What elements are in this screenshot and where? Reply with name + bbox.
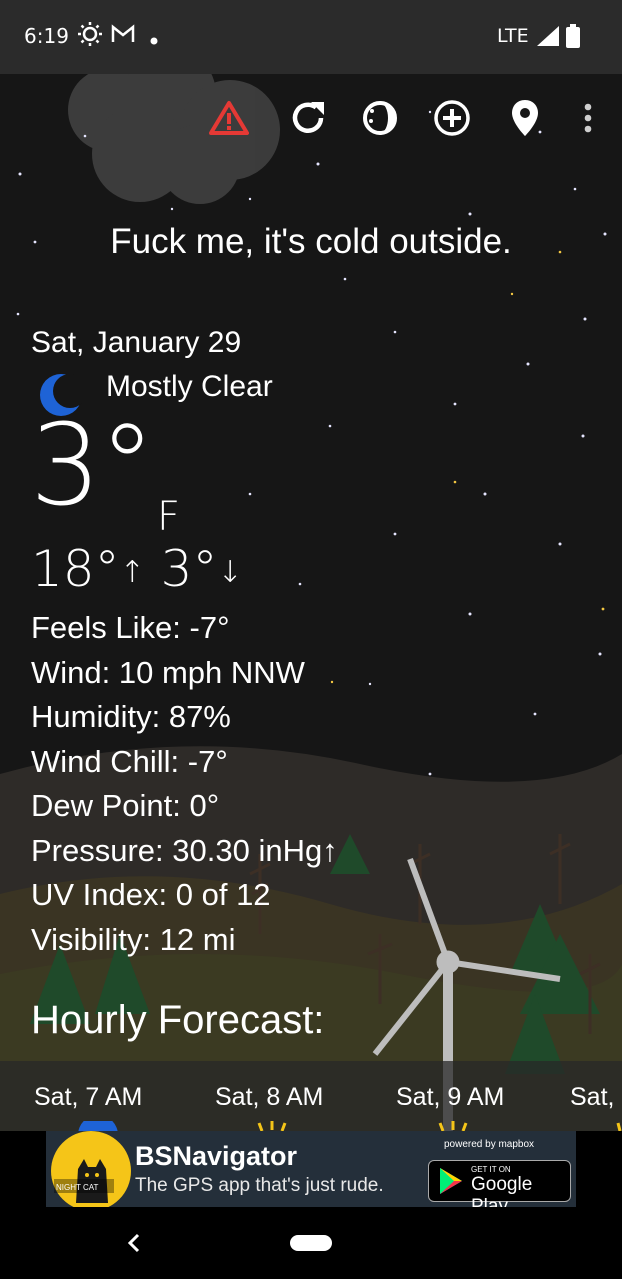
low-arrow: ↓ [217, 555, 243, 590]
detail-wind-chill: Wind Chill: -7° [31, 743, 228, 779]
gmail-icon [111, 22, 135, 51]
current-date: Sat, January 29 [31, 326, 242, 359]
detail-uv-index: UV Index: 0 of 12 [31, 877, 271, 912]
add-location-button[interactable] [430, 96, 474, 140]
ad-title: BSNavigator [135, 1141, 298, 1171]
weather-scene: Fuck me, it's cold outside. Sat, January… [0, 74, 622, 1131]
hourly-item-label[interactable]: Sat, [570, 1083, 614, 1112]
status-bar: 6:19 LTE [0, 0, 622, 74]
detail-visibility: Visibility: 12 mi [31, 921, 236, 957]
hourly-item-label[interactable]: Sat, 8 AM [215, 1083, 323, 1112]
signal-icon [537, 26, 559, 51]
detail-pressure: Pressure: 30.30 inHg↑ [31, 832, 338, 868]
high-low: 18°↑ 3°↓ [31, 540, 243, 598]
high-arrow: ↑ [119, 555, 145, 590]
more-options-button[interactable] [566, 96, 610, 140]
night-cat-logo: NIGHT CAT [51, 1131, 131, 1207]
network-type: LTE [497, 25, 529, 47]
location-pin-icon [512, 100, 538, 136]
hourly-item-label[interactable]: Sat, 9 AM [396, 1083, 504, 1112]
home-pill-icon[interactable] [290, 1235, 332, 1256]
ad-powered-by: powered by mapbox [444, 1139, 535, 1150]
alert-icon [209, 101, 249, 135]
theme-button[interactable] [358, 96, 402, 140]
ad-subtitle: The GPS app that's just rude. [135, 1175, 384, 1196]
temperature-unit: F [157, 494, 181, 540]
weather-details: Feels Like: -7° Wind: 10 mph NNW Humidit… [31, 606, 338, 962]
add-location-icon [434, 100, 470, 136]
back-icon[interactable] [124, 1231, 144, 1260]
hourly-icons-peek [78, 1121, 622, 1131]
navigation-bar [0, 1207, 622, 1279]
hourly-forecast-title: Hourly Forecast: [31, 998, 325, 1042]
hourly-item-label[interactable]: Sat, 7 AM [34, 1083, 142, 1112]
play-store-icon [440, 1168, 462, 1194]
ad-logo-text: NIGHT CAT [56, 1183, 98, 1192]
detail-humidity: Humidity: 87% [31, 699, 231, 734]
more-vert-icon [584, 103, 592, 133]
ad-banner[interactable]: NIGHT CAT BSNavigator The GPS app that's… [46, 1131, 576, 1207]
battery-icon [566, 24, 580, 53]
google-play-badge[interactable]: GET IT ON Google Play [428, 1160, 571, 1207]
dot-icon [150, 32, 158, 50]
detail-wind: Wind: 10 mph NNW [31, 654, 305, 690]
store-big-text: Google Play [471, 1174, 533, 1207]
refresh-button[interactable] [286, 96, 330, 140]
store-small-text: GET IT ON [471, 1165, 511, 1174]
alert-button[interactable] [207, 96, 251, 140]
status-time: 6:19 [24, 24, 69, 48]
current-temperature: 3° [30, 401, 155, 531]
high-temp: 18° [31, 540, 120, 598]
weather-quote: Fuck me, it's cold outside. [110, 222, 512, 261]
low-temp: 3° [160, 540, 218, 598]
theme-icon [363, 101, 397, 135]
condition-text: Mostly Clear [106, 370, 273, 403]
brightness-icon [78, 22, 102, 51]
refresh-icon [292, 102, 324, 133]
location-button[interactable] [503, 96, 547, 140]
hourly-forecast-strip[interactable]: Sat, 7 AM Sat, 8 AM Sat, 9 AM Sat, [0, 1061, 622, 1131]
detail-dew-point: Dew Point: 0° [31, 788, 220, 823]
detail-feels-like: Feels Like: -7° [31, 610, 230, 645]
